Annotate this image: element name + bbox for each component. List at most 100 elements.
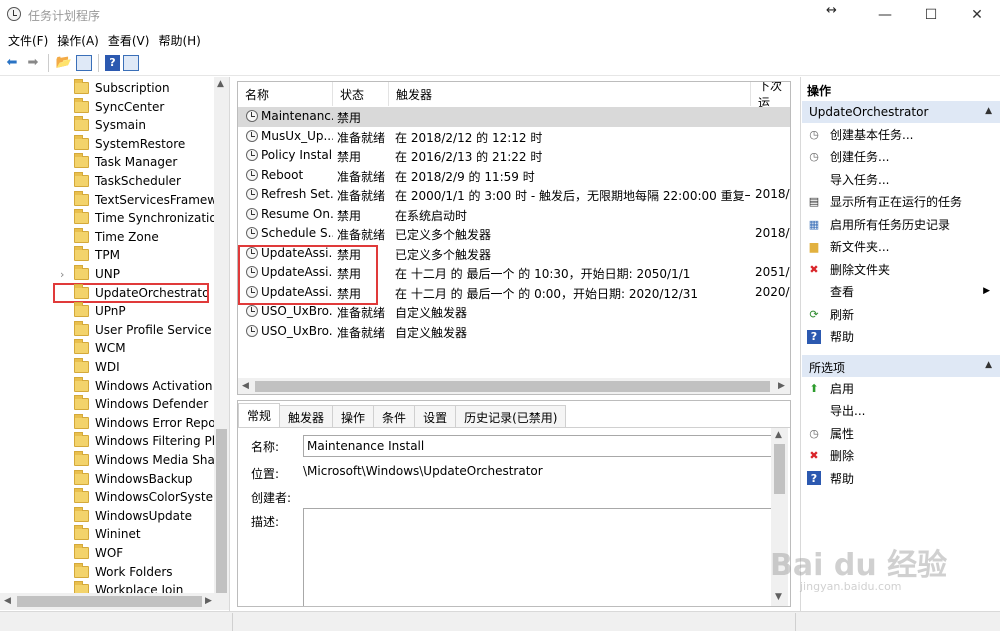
tab-triggers[interactable]: 触发器	[279, 405, 334, 427]
tree-item[interactable]: Sysmain	[0, 116, 214, 134]
highlight-box	[238, 245, 378, 305]
close-button[interactable]: ✕	[954, 0, 1000, 30]
column-header-next-run[interactable]: 下次运	[751, 82, 790, 110]
action-item[interactable]: ▦ 启用所有任务历史记录	[801, 213, 1000, 235]
tree-item[interactable]: Work Folders	[0, 562, 214, 581]
action-item[interactable]: ⬆ 启用	[801, 377, 1000, 399]
menu-file[interactable]: 文件(F)	[6, 30, 55, 50]
tab-general[interactable]: 常规	[238, 403, 281, 427]
collapse-icon[interactable]: ▲	[985, 360, 992, 370]
tree-item[interactable]: SystemRestore	[0, 134, 214, 153]
table-row[interactable]: Refresh Set... 准备就绪在 2000/1/1 的 3:00 时 - …	[238, 185, 790, 205]
list-horizontal-scrollbar[interactable]: ◀ ▶	[238, 378, 790, 394]
tree-item[interactable]: Windows Activation Te	[0, 376, 214, 395]
action-item[interactable]: ✖ 删除	[801, 445, 1000, 467]
action-item[interactable]: 导出...	[801, 400, 1000, 422]
action-item[interactable]: ◷ 创建任务...	[801, 146, 1000, 168]
tab-actions[interactable]: 操作	[332, 405, 375, 427]
tree-item[interactable]: WDI	[0, 358, 214, 376]
action-item[interactable]: ◷ 属性	[801, 422, 1000, 444]
task-cell-next: 2051/1	[755, 265, 790, 279]
menu-view[interactable]: 查看(V)	[106, 30, 157, 50]
menu-action[interactable]: 操作(A)	[55, 30, 106, 50]
tree-item-label: WOF	[95, 546, 124, 560]
tree-item[interactable]: UPnP	[0, 302, 214, 320]
scroll-thumb[interactable]	[774, 444, 785, 494]
tree-item[interactable]: SyncCenter	[0, 97, 214, 116]
scroll-thumb[interactable]	[216, 429, 227, 593]
tree-item[interactable]: Windows Defender	[0, 395, 214, 413]
help-icon[interactable]: ?	[105, 54, 120, 71]
task-clock-icon	[246, 305, 258, 317]
tree-item[interactable]: WOF	[0, 544, 214, 562]
minimize-button[interactable]: —	[862, 0, 908, 30]
tree-item[interactable]: WindowsBackup	[0, 469, 214, 488]
column-header-trigger[interactable]: 触发器	[389, 82, 751, 106]
action-item[interactable]: ◷ 创建基本任务...	[801, 123, 1000, 145]
tree-item[interactable]: Windows Media Shari	[0, 451, 214, 469]
column-header-name[interactable]: 名称	[238, 82, 333, 106]
tree-item[interactable]: TaskScheduler	[0, 172, 214, 190]
action-item[interactable]: ⟳ 刷新	[801, 303, 1000, 325]
scroll-thumb[interactable]	[255, 381, 770, 392]
table-row[interactable]: MusUx_Up... 准备就绪在 2018/2/12 的 12:12 时	[238, 127, 790, 147]
tree-item[interactable]: WindowsUpdate	[0, 506, 214, 525]
description-field[interactable]	[303, 508, 773, 606]
action-item[interactable]: ✖ 删除文件夹	[801, 258, 1000, 280]
name-field[interactable]: Maintenance Install	[303, 435, 773, 457]
tree-item[interactable]: Task Manager	[0, 153, 214, 171]
table-row[interactable]: Resume On... 禁用 在系统启动时	[238, 205, 790, 225]
task-cell-trigger: 已定义多个触发器	[395, 228, 492, 242]
menu-help[interactable]: 帮助(H)	[156, 30, 207, 50]
tree-item[interactable]: TPM	[0, 246, 214, 264]
tree-item[interactable]: Subscription	[0, 79, 214, 97]
tree-item[interactable]: UpdateOrchestrator	[53, 282, 209, 303]
tree-item[interactable]: TextServicesFramewor	[0, 190, 214, 209]
column-header-status[interactable]: 状态	[333, 82, 389, 106]
folder-icon	[74, 246, 89, 262]
tree-item-label: TextServicesFramewor	[95, 192, 214, 207]
tree-item[interactable]: Windows Filtering Plat	[0, 432, 214, 450]
table-row[interactable]: Policy Install 禁用 在 2016/2/13 的 21:22 时	[238, 146, 790, 166]
scroll-thumb[interactable]	[17, 596, 202, 607]
back-arrow-icon[interactable]: ⬅	[3, 54, 21, 72]
tree-item[interactable]: Time Zone	[0, 227, 214, 246]
tree-item[interactable]: User Profile Service	[0, 320, 214, 339]
maximize-button[interactable]: ☐	[908, 0, 954, 30]
forward-arrow-icon[interactable]: ➡	[24, 54, 42, 72]
task-cell-next: 2018/2	[755, 226, 790, 240]
table-row[interactable]: Schedule S... 准备就绪已定义多个触发器 2018/2	[238, 224, 790, 244]
tree-item[interactable]: WindowsColorSystem	[0, 488, 214, 506]
tree-horizontal-scrollbar[interactable]: ◀ ▶	[0, 593, 229, 610]
tree-vertical-scrollbar[interactable]: ▲	[214, 77, 229, 593]
action-item[interactable]: 查看 ▶	[801, 281, 1000, 303]
tab-settings[interactable]: 设置	[414, 405, 457, 427]
folder-icon	[74, 395, 89, 411]
collapse-icon[interactable]: ▲	[985, 106, 992, 116]
actions-group-selected[interactable]: 所选项 ▲	[802, 355, 1000, 377]
tab-history[interactable]: 历史记录(已禁用)	[455, 405, 567, 427]
folder-icon	[74, 209, 89, 225]
table-row[interactable]: USO_UxBro... 准备就绪 自定义触发器	[238, 322, 790, 342]
action-item[interactable]: ▤ 显示所有正在运行的任务	[801, 191, 1000, 213]
show-tree-icon[interactable]	[76, 54, 92, 71]
up-folder-icon[interactable]: 📂	[55, 54, 73, 72]
tree-item[interactable]: Wininet	[0, 525, 214, 543]
action-item[interactable]: ▆ 新文件夹...	[801, 236, 1000, 258]
expand-icon[interactable]: ›	[60, 268, 74, 281]
action-item[interactable]: ? 帮助	[801, 467, 1000, 489]
tree-item[interactable]: Time Synchronization	[0, 209, 214, 227]
task-cell-status: 准备就绪	[337, 169, 386, 184]
folder-icon	[74, 227, 89, 243]
table-row[interactable]: Maintenanc... 禁用	[238, 107, 790, 127]
actions-title: 操作	[807, 84, 832, 98]
tab-conditions[interactable]: 条件	[373, 405, 416, 427]
actions-group-folder[interactable]: UpdateOrchestrator ▲	[802, 101, 1000, 123]
tree-item[interactable]: Windows Error Repor	[0, 413, 214, 432]
tree-item[interactable]: WCM	[0, 339, 214, 357]
tree-item[interactable]: › UNP	[0, 265, 214, 283]
table-row[interactable]: Reboot 准备就绪在 2018/2/9 的 11:59 时	[238, 166, 790, 186]
action-item[interactable]: ? 帮助	[801, 326, 1000, 348]
show-actions-icon[interactable]	[123, 54, 139, 71]
action-item[interactable]: 导入任务...	[801, 168, 1000, 190]
